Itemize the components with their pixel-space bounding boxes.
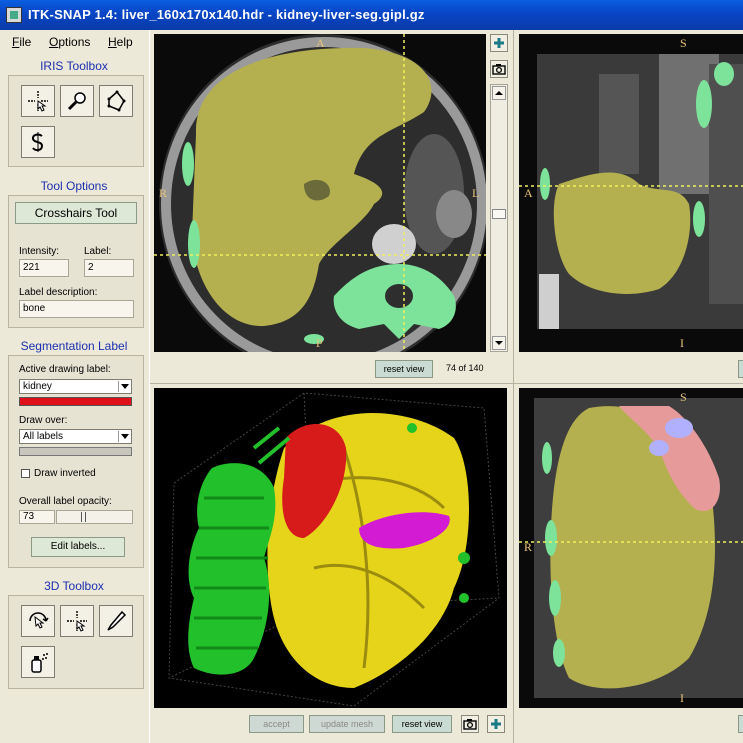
draw-over-select[interactable]: All labels <box>19 429 132 444</box>
axial-viewport[interactable]: A P R L <box>154 34 486 352</box>
scroll-up-button[interactable] <box>492 86 506 100</box>
crosshairs-tool-button[interactable] <box>21 85 55 117</box>
3d-expand-view-button[interactable] <box>487 715 505 733</box>
zoom-pan-tool-button[interactable] <box>60 85 94 117</box>
rotate-tool-icon <box>29 612 49 629</box>
axial-label-left: R <box>159 186 168 200</box>
menu-help[interactable]: Help <box>108 35 133 49</box>
window-title: ITK-SNAP 1.4: liver_160x170x140.hdr - ki… <box>28 7 425 22</box>
tool-options-title: Tool Options <box>40 179 108 193</box>
scalpel-tool-icon <box>107 610 127 631</box>
expand-view-button[interactable] <box>490 34 508 52</box>
opacity-value[interactable]: 73 <box>19 510 55 524</box>
spray-paint-tool-icon <box>31 653 48 673</box>
3d-snapshot-button[interactable] <box>461 715 479 733</box>
label-id-label: Label: <box>84 246 112 257</box>
opacity-caption: Overall label opacity: <box>19 496 112 507</box>
coronal-label-top: S <box>680 36 687 50</box>
update-mesh-button[interactable]: update mesh <box>309 715 385 733</box>
axial-label-bottom: P <box>316 336 323 350</box>
draw-inverted-label: Draw inverted <box>34 468 96 479</box>
3d-viewport[interactable] <box>154 388 507 708</box>
zoom-pan-tool-icon <box>67 92 86 111</box>
menu-bar: File Options Help <box>0 30 148 52</box>
arrow-down-icon <box>495 341 503 345</box>
app-icon <box>6 7 22 23</box>
polygon-tool-icon <box>107 90 126 112</box>
scroll-down-button[interactable] <box>492 336 506 350</box>
coronal-reset-view-button[interactable] <box>738 360 743 378</box>
axial-label-right: L <box>472 186 480 200</box>
draw-over-value: All labels <box>23 431 64 442</box>
panel-divider <box>149 30 150 743</box>
segmentation-panel: Active drawing label: kidney Draw over: … <box>8 355 144 568</box>
active-label-value: kidney <box>23 381 52 392</box>
title-bar: ITK-SNAP 1.4: liver_160x170x140.hdr - ki… <box>0 0 743 30</box>
plus-icon <box>494 38 504 48</box>
label-id-field: 2 <box>84 259 134 277</box>
intensity-field: 221 <box>19 259 69 277</box>
camera-icon <box>463 719 477 730</box>
coronal-viewport[interactable]: S I A <box>519 34 743 352</box>
camera-icon <box>492 64 506 75</box>
chevron-down-icon <box>118 381 130 392</box>
3d-reset-view-button[interactable]: reset view <box>392 715 452 733</box>
axial-reset-view-button[interactable]: reset view <box>375 360 433 378</box>
polygon-tool-button[interactable] <box>99 85 133 117</box>
active-label-caption: Active drawing label: <box>19 364 111 375</box>
sagittal-slice-image <box>519 388 743 708</box>
opacity-slider-handle[interactable] <box>81 512 86 522</box>
segmentation-label-title: Segmentation Label <box>20 339 128 353</box>
label-description-label: Label description: <box>19 287 98 298</box>
iris-toolbox-title: IRIS Toolbox <box>40 59 108 73</box>
coronal-label-bottom: I <box>680 336 684 350</box>
coronal-label-left: A <box>524 186 533 200</box>
coronal-slice-image <box>519 34 743 352</box>
crosshairs-tool-icon <box>28 91 48 112</box>
3d-toolbox <box>8 595 144 689</box>
slice-scrollbar[interactable] <box>490 84 508 352</box>
active-label-select[interactable]: kidney <box>19 379 132 394</box>
snapshot-button[interactable] <box>490 60 508 78</box>
crosshair-3d-tool-button[interactable] <box>60 605 94 637</box>
sagittal-label-left: R <box>524 540 533 554</box>
active-label-color-swatch <box>19 397 132 406</box>
3d-toolbox-title: 3D Toolbox <box>44 579 104 593</box>
3d-mesh-render <box>154 388 507 708</box>
sagittal-label-bottom: I <box>680 691 684 705</box>
intensity-label: Intensity: <box>19 246 60 257</box>
spray-paint-tool-button[interactable] <box>21 646 55 678</box>
menu-options[interactable]: Options <box>49 35 90 49</box>
draw-inverted-checkbox[interactable] <box>21 469 30 478</box>
left-panel: IRIS Toolbox Tool Options Crosshairs Too… <box>0 52 148 743</box>
active-tool-indicator: Crosshairs Tool <box>15 202 137 224</box>
snake-roi-tool-button[interactable] <box>21 126 55 158</box>
crosshair-3d-tool-icon <box>67 611 87 632</box>
horizontal-divider <box>150 383 743 384</box>
accept-button[interactable]: accept <box>249 715 304 733</box>
tool-options-panel: Crosshairs Tool Intensity: 221 Label: 2 … <box>8 195 144 328</box>
sagittal-label-top: S <box>680 390 687 404</box>
snake-roi-tool-icon <box>31 132 44 152</box>
chevron-down-icon <box>118 431 130 442</box>
axial-slice-image <box>154 34 486 352</box>
draw-over-caption: Draw over: <box>19 415 68 426</box>
sagittal-reset-view-button[interactable] <box>738 715 743 733</box>
vertical-divider <box>513 30 514 743</box>
menu-file[interactable]: File <box>12 35 31 49</box>
edit-labels-button[interactable]: Edit labels... <box>31 537 125 557</box>
axial-label-top: A <box>316 36 325 50</box>
plus-icon <box>491 719 501 729</box>
opacity-slider[interactable] <box>56 510 133 524</box>
scalpel-tool-button[interactable] <box>99 605 133 637</box>
draw-over-color-swatch <box>19 447 132 456</box>
scroll-thumb[interactable] <box>492 209 506 219</box>
slice-counter: 74 of 140 <box>446 363 484 373</box>
rotate-tool-button[interactable] <box>21 605 55 637</box>
iris-toolbox <box>8 75 144 167</box>
label-description-field: bone <box>19 300 134 318</box>
sagittal-viewport[interactable]: S I R <box>519 388 743 708</box>
arrow-up-icon <box>495 91 503 95</box>
